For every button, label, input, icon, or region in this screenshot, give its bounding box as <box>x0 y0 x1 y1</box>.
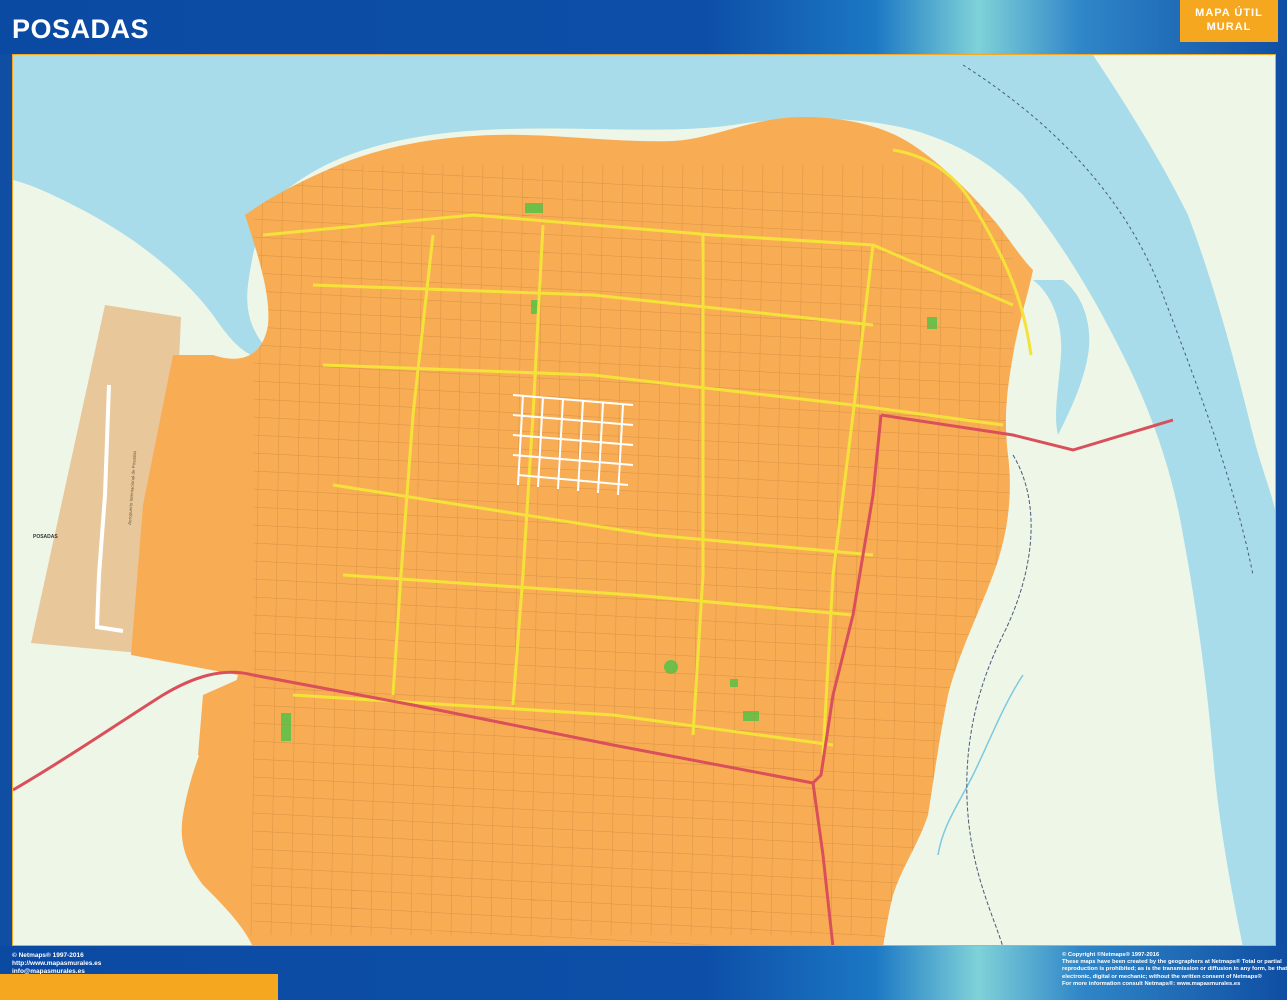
park-4 <box>281 713 291 741</box>
park-5 <box>664 660 678 674</box>
legal-line-4: electronic, digital or mechanic; without… <box>1062 973 1262 980</box>
footer-orange-strip <box>0 974 278 1000</box>
footer-bar: © Netmaps® 1997-2016 http://www.mapasmur… <box>0 946 1287 1000</box>
street-map[interactable]: POSADAS Aeropuerto Internacional de Posa… <box>13 55 1276 946</box>
badge-line-1: MAPA ÚTIL <box>1195 7 1263 19</box>
label-posadas-west: POSADAS <box>33 534 58 540</box>
park-1 <box>525 203 543 213</box>
legal-line-5: For more information consult Netmaps®: w… <box>1062 980 1241 987</box>
badge-line-2: MURAL <box>1206 21 1252 33</box>
footer-legal-notice: © Copyright ©Netmaps® 1997-2016 These ma… <box>1062 952 1287 988</box>
footer-contact: © Netmaps® 1997-2016 http://www.mapasmur… <box>12 952 101 976</box>
park-7 <box>730 679 738 687</box>
footer-website-link[interactable]: http://www.mapasmurales.es <box>12 960 101 968</box>
header-bar: POSADAS MAPA ÚTIL MURAL <box>0 0 1287 54</box>
map-frame[interactable]: POSADAS Aeropuerto Internacional de Posa… <box>12 54 1276 946</box>
park-6 <box>743 711 759 721</box>
legal-line-3: reproduction is prohibited; as is the tr… <box>1062 966 1287 973</box>
map-title: POSADAS <box>12 14 150 44</box>
footer-copyright: © Netmaps® 1997-2016 <box>12 952 84 959</box>
mapa-util-badge: MAPA ÚTIL MURAL <box>1180 0 1278 42</box>
legal-line-2: These maps have been created by the geog… <box>1062 959 1282 966</box>
